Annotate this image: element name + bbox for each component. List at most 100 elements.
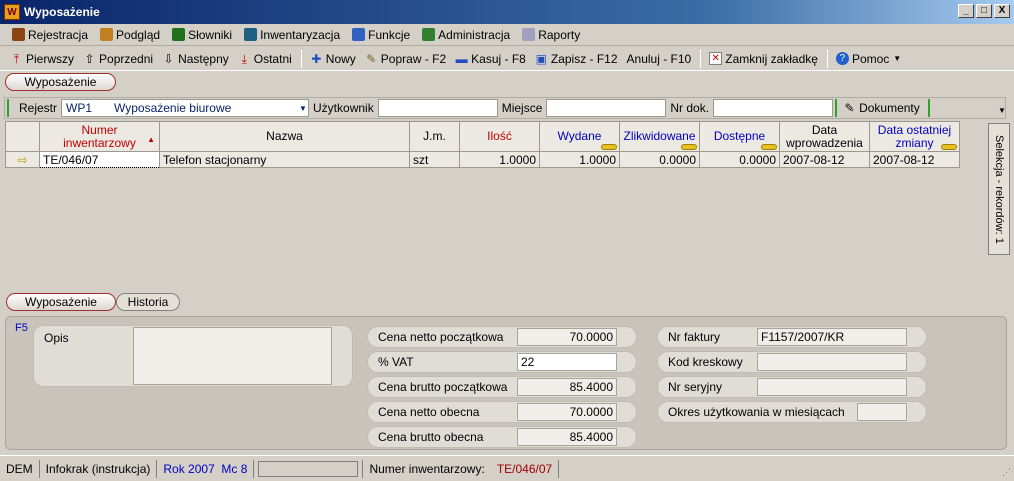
cell-issued[interactable]: 1.0000 bbox=[539, 151, 620, 168]
vat-field[interactable]: 22 bbox=[517, 353, 617, 371]
user-label: Użytkownik bbox=[313, 101, 374, 115]
selection-side-panel[interactable]: Selekcja - rekordów: 1 bbox=[988, 123, 1010, 255]
arrow-down-icon: ⇩ bbox=[163, 51, 174, 66]
key-icon bbox=[681, 144, 697, 150]
maximize-button[interactable]: □ bbox=[976, 4, 992, 18]
place-input[interactable] bbox=[546, 99, 667, 117]
tab-wyposazenie-main[interactable]: Wyposażenie bbox=[5, 73, 116, 91]
first-button[interactable]: ⤒ Pierwszy bbox=[10, 52, 74, 66]
edit-button[interactable]: ✎ Popraw - F2 bbox=[365, 52, 446, 66]
gross-initial-group: Cena brutto początkowa 85.4000 bbox=[367, 376, 637, 398]
chevron-down-icon[interactable]: ▼ bbox=[298, 99, 308, 117]
cell-date-change[interactable]: 2007-08-12 bbox=[869, 151, 960, 168]
status-inventory-label: Numer inwentarzowy: bbox=[362, 459, 490, 478]
invoice-label: Nr faktury bbox=[668, 330, 721, 344]
vat-label: % VAT bbox=[378, 355, 414, 369]
gross-initial-field[interactable]: 85.4000 bbox=[517, 378, 617, 396]
key-icon bbox=[601, 144, 617, 150]
menu-slowniki[interactable]: Słowniki bbox=[172, 28, 232, 42]
column-header-name[interactable]: Nazwa bbox=[159, 121, 410, 152]
barcode-field[interactable] bbox=[757, 353, 907, 371]
column-header-unit[interactable]: J.m. bbox=[409, 121, 460, 152]
chevron-down-icon[interactable]: ▼ bbox=[998, 106, 1006, 115]
column-header-date-in[interactable]: Data wprowadzenia bbox=[779, 121, 870, 152]
usage-period-field[interactable] bbox=[857, 403, 907, 421]
net-current-label: Cena netto obecna bbox=[378, 405, 480, 419]
menu-rejestracja[interactable]: Rejestracja bbox=[12, 28, 88, 42]
serial-group: Nr seryjny bbox=[657, 376, 927, 398]
tab-historia[interactable]: Historia bbox=[116, 293, 180, 311]
last-button[interactable]: ⤓ Ostatni bbox=[238, 52, 292, 66]
cell-number[interactable]: TE/046/07 bbox=[39, 151, 160, 168]
gross-current-label: Cena brutto obecna bbox=[378, 430, 484, 444]
description-label: Opis bbox=[44, 331, 69, 345]
net-current-field[interactable]: 70.0000 bbox=[517, 403, 617, 421]
sort-ascending-icon: ▲ bbox=[147, 135, 155, 144]
floppy-icon: ▣ bbox=[535, 51, 548, 66]
column-header-qty[interactable]: Ilość bbox=[459, 121, 540, 152]
cell-unit[interactable]: szt bbox=[409, 151, 460, 168]
tab-wyposazenie-detail[interactable]: Wyposażenie bbox=[6, 293, 116, 311]
serial-field[interactable] bbox=[757, 378, 907, 396]
register-name: Wyposażenie biurowe bbox=[114, 101, 232, 115]
cell-date-in[interactable]: 2007-08-12 bbox=[779, 151, 870, 168]
close-tab-button[interactable]: ✕ Zamknij zakładkę bbox=[709, 52, 818, 66]
column-header-available[interactable]: Dostępne bbox=[699, 121, 780, 152]
arrow-right-icon: ⇨ bbox=[17, 152, 28, 167]
menu-bar: Rejestracja Podgląd Słowniki Inwentaryza… bbox=[0, 24, 1014, 46]
doc-no-input[interactable] bbox=[713, 99, 834, 117]
column-header-issued[interactable]: Wydane bbox=[539, 121, 620, 152]
close-button[interactable]: X bbox=[994, 4, 1010, 18]
cancel-button[interactable]: Anuluj - F10 bbox=[627, 52, 692, 66]
help-icon: ? bbox=[835, 52, 849, 65]
row-indicator-header bbox=[5, 121, 40, 152]
cell-liquidated[interactable]: 0.0000 bbox=[619, 151, 700, 168]
user-input[interactable] bbox=[377, 99, 498, 117]
column-header-date-change[interactable]: Data ostatniej zmiany bbox=[869, 121, 960, 152]
net-initial-label: Cena netto początkowa bbox=[378, 330, 504, 344]
net-initial-field[interactable]: 70.0000 bbox=[517, 328, 617, 346]
dictionary-icon bbox=[172, 28, 186, 41]
delete-button[interactable]: ▬ Kasuj - F8 bbox=[455, 52, 526, 66]
chevron-down-icon: ▼ bbox=[893, 54, 902, 63]
register-select[interactable]: WP1 Wyposażenie biurowe ▼ bbox=[61, 99, 310, 117]
register-code: WP1 bbox=[66, 101, 93, 115]
cell-available[interactable]: 0.0000 bbox=[699, 151, 780, 168]
minimize-button[interactable]: _ bbox=[958, 4, 974, 18]
next-button[interactable]: ⇩ Następny bbox=[162, 52, 229, 66]
cell-name[interactable]: Telefon stacjonarny bbox=[159, 151, 410, 168]
save-button[interactable]: ▣ Zapisz - F12 bbox=[535, 52, 618, 66]
description-textarea[interactable] bbox=[133, 327, 332, 385]
menu-administracja[interactable]: Administracja bbox=[422, 28, 510, 42]
resize-grip-icon[interactable]: ⋰ bbox=[1002, 467, 1011, 478]
previous-button[interactable]: ⇧ Poprzedni bbox=[83, 52, 153, 66]
cell-qty[interactable]: 1.0000 bbox=[459, 151, 540, 168]
records-grid: Numer inwentarzowy ▲ Nazwa J.m. Ilość Wyda… bbox=[5, 121, 988, 289]
menu-raporty[interactable]: Raporty bbox=[522, 28, 580, 42]
menu-inwentaryzacja[interactable]: Inwentaryzacja bbox=[244, 28, 340, 42]
first-record-icon: ⤒ bbox=[13, 51, 20, 66]
key-icon bbox=[761, 144, 777, 150]
status-inventory-value: TE/046/07 bbox=[491, 459, 560, 478]
new-button[interactable]: ✚ Nowy bbox=[310, 52, 356, 66]
toolbar-separator bbox=[300, 49, 302, 68]
column-header-liquidated[interactable]: Zlikwidowane bbox=[619, 121, 700, 152]
filter-grip bbox=[927, 99, 932, 117]
column-header-number[interactable]: Numer inwentarzowy ▲ bbox=[39, 121, 160, 152]
status-progress-box bbox=[258, 460, 359, 477]
vat-group: % VAT 22 bbox=[367, 351, 637, 373]
hotkey-label: F5 bbox=[15, 322, 28, 334]
net-current-group: Cena netto obecna 70.0000 bbox=[367, 401, 637, 423]
app-icon: W bbox=[4, 4, 20, 20]
documents-button[interactable]: ✎ Dokumenty bbox=[843, 101, 920, 115]
key-icon bbox=[941, 144, 957, 150]
invoice-field[interactable]: F1157/2007/KR bbox=[757, 328, 907, 346]
help-button[interactable]: ? Pomoc ▼ bbox=[835, 52, 902, 66]
row-indicator: ⇨ bbox=[5, 151, 40, 168]
gross-current-field[interactable]: 85.4000 bbox=[517, 428, 617, 446]
menu-podglad[interactable]: Podgląd bbox=[100, 28, 160, 42]
document-edit-icon: ✎ bbox=[844, 101, 855, 115]
table-row[interactable]: ⇨ TE/046/07 Telefon stacjonarny szt 1.00… bbox=[5, 151, 960, 168]
usage-period-label: Okres użytkowania w miesiącach bbox=[668, 405, 845, 419]
menu-funkcje[interactable]: Funkcje bbox=[352, 28, 410, 42]
